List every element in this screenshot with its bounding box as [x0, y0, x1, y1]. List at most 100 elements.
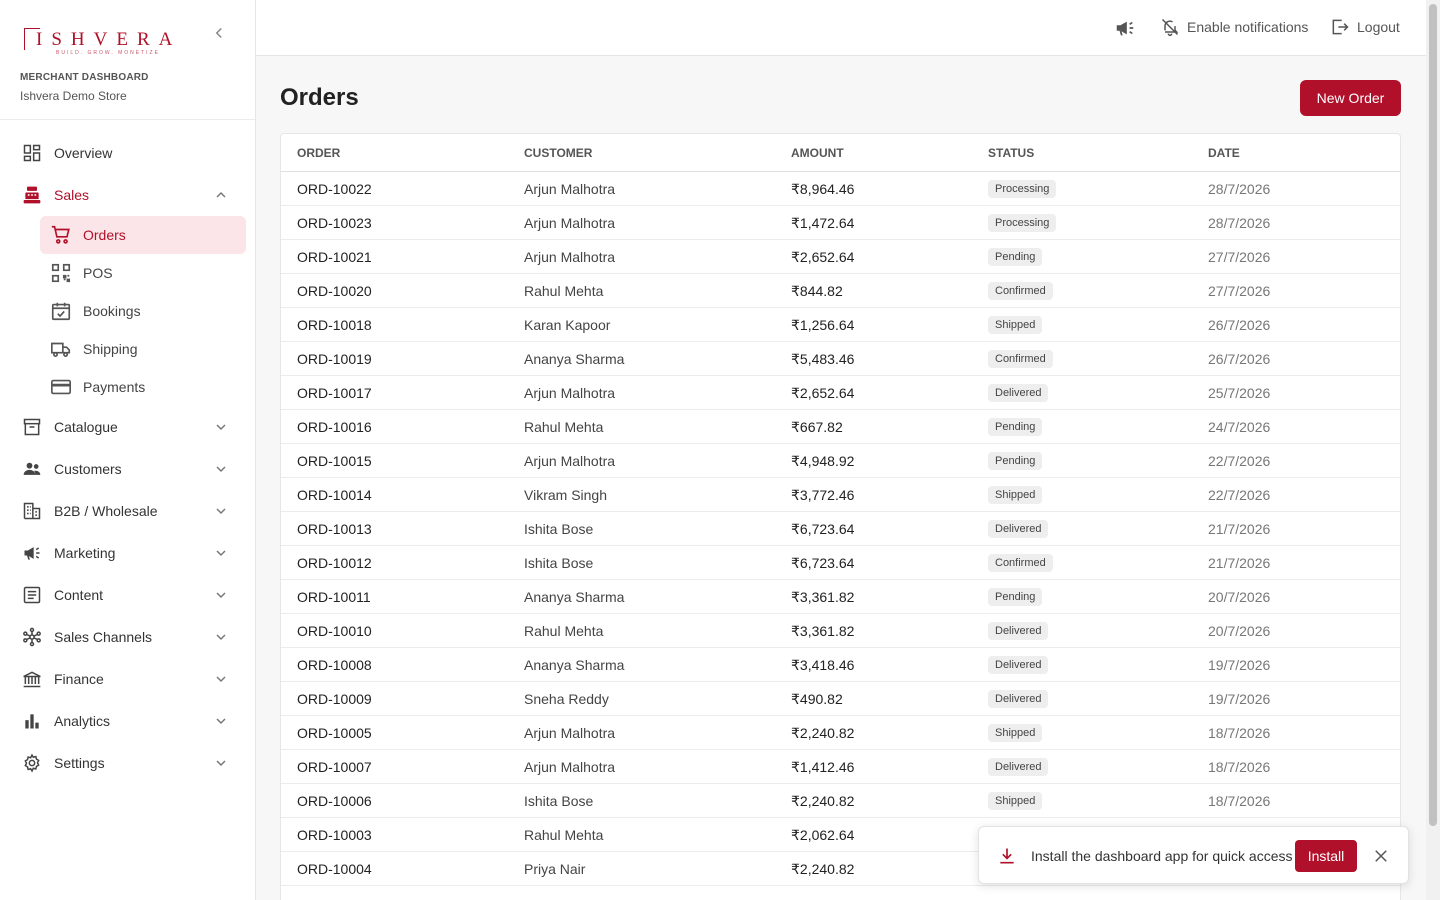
table-row[interactable]: ORD-10023 Arjun Malhotra ₹1,472.64 Processi…: [281, 206, 1400, 240]
credit-card-icon: [50, 376, 72, 398]
order-id: ORD-10004: [297, 861, 372, 877]
sidebar-subitem-orders[interactable]: Orders: [40, 216, 246, 254]
new-order-button[interactable]: New Order: [1300, 80, 1401, 116]
logout-icon: [1332, 19, 1349, 35]
table-row[interactable]: ORD-10010 Rahul Mehta ₹3,361.82 Delivered 20…: [281, 614, 1400, 648]
logout-button[interactable]: Logout: [1330, 17, 1400, 37]
page-title: Orders: [280, 84, 359, 111]
close-icon[interactable]: [1372, 847, 1390, 865]
store-name: Ishvera Demo Store: [20, 89, 127, 103]
sidebar-subitem-bookings[interactable]: Bookings: [40, 292, 246, 330]
table-row[interactable]: ORD-10017 Arjun Malhotra ₹2,652.64 Delivere…: [281, 376, 1400, 410]
order-amount: ₹1,412.46: [791, 759, 855, 775]
megaphone-icon: [1116, 21, 1134, 36]
chevron-up-icon[interactable]: [213, 187, 229, 203]
chevron-down-icon[interactable]: [213, 587, 229, 603]
order-id: ORD-10012: [297, 555, 372, 571]
table-row[interactable]: ORD-10007 Arjun Malhotra ₹1,412.46 Delivere…: [281, 750, 1400, 784]
announcements-button[interactable]: [1114, 17, 1143, 39]
table-row[interactable]: ORD-10015 Arjun Malhotra ₹4,948.92 Pending 2…: [281, 444, 1400, 478]
enable-notifications-button[interactable]: Enable notifications: [1160, 17, 1308, 37]
order-id: ORD-10006: [297, 793, 372, 809]
chevron-down-icon[interactable]: [213, 545, 229, 561]
column-header-date[interactable]: DATE: [1208, 146, 1240, 160]
status-badge: Shipped: [988, 724, 1043, 742]
order-amount: ₹4,948.92: [791, 453, 855, 469]
chevron-down-icon[interactable]: [213, 671, 229, 687]
scrollbar-thumb[interactable]: [1429, 4, 1437, 826]
brand-logo[interactable]: ISHVERA BUILD. GROW. MONETIZE: [20, 26, 172, 56]
dashboard-icon: [22, 143, 42, 163]
table-row[interactable]: ORD-10005 Arjun Malhotra ₹2,240.82 Shipped 1…: [281, 716, 1400, 750]
customer-name: Arjun Malhotra: [524, 249, 616, 265]
order-date: 21/7/2026: [1208, 521, 1271, 537]
chevron-down-icon[interactable]: [213, 461, 229, 477]
column-header-amount[interactable]: AMOUNT: [791, 146, 844, 160]
sidebar: ISHVERA BUILD. GROW. MONETIZE MERCHANT D…: [0, 0, 256, 900]
toast-message: Install the dashboard app for quick acce…: [1031, 848, 1293, 864]
sidebar-item-settings[interactable]: Settings: [0, 742, 255, 784]
order-amount: ₹6,723.64: [791, 555, 855, 571]
order-id: ORD-10005: [297, 725, 372, 741]
table-row[interactable]: ORD-10016 Rahul Mehta ₹667.82 Pending 24/7/2…: [281, 410, 1400, 444]
customer-name: Rahul Mehta: [524, 623, 604, 639]
chevron-down-icon[interactable]: [213, 503, 229, 519]
collapse-sidebar-icon[interactable]: [210, 24, 228, 42]
table-row[interactable]: ORD-10021 Arjun Malhotra ₹2,652.64 Pending 2…: [281, 240, 1400, 274]
column-header-order[interactable]: ORDER: [297, 146, 340, 160]
table-row[interactable]: ORD-10006 Ishita Bose ₹2,240.82 Shipped 18/7…: [281, 784, 1400, 818]
sidebar-item-b2b-wholesale[interactable]: B2B / Wholesale: [0, 490, 255, 532]
column-header-customer[interactable]: CUSTOMER: [524, 146, 592, 160]
sidebar-item-label: Content: [54, 587, 104, 603]
customer-name: Rahul Mehta: [524, 419, 604, 435]
table-row[interactable]: ORD-10020 Rahul Mehta ₹844.82 Confirmed 27/7…: [281, 274, 1400, 308]
order-id: ORD-10009: [297, 691, 372, 707]
sidebar-item-sales[interactable]: Sales: [0, 174, 255, 216]
table-row[interactable]: ORD-10013 Ishita Bose ₹6,723.64 Delivered 21…: [281, 512, 1400, 546]
chevron-down-icon[interactable]: [213, 755, 229, 771]
sidebar-subitem-label: POS: [83, 265, 113, 281]
order-date: 26/7/2026: [1208, 317, 1271, 333]
column-header-status[interactable]: STATUS: [988, 146, 1034, 160]
chevron-down-icon[interactable]: [213, 629, 229, 645]
order-id: ORD-10023: [297, 215, 372, 231]
order-amount: ₹1,472.64: [791, 215, 855, 231]
sidebar-subitem-pos[interactable]: POS: [40, 254, 246, 292]
table-row[interactable]: ORD-10022 Arjun Malhotra ₹8,964.46 Processi…: [281, 172, 1400, 206]
order-amount: ₹3,772.46: [791, 487, 855, 503]
table-row[interactable]: ORD-10012 Ishita Bose ₹6,723.64 Confirmed 21…: [281, 546, 1400, 580]
customer-name: Ananya Sharma: [524, 589, 625, 605]
sidebar-subitem-label: Shipping: [83, 341, 138, 357]
table-row[interactable]: ORD-10018 Karan Kapoor ₹1,256.64 Shipped 26/…: [281, 308, 1400, 342]
sidebar-item-customers[interactable]: Customers: [0, 448, 255, 490]
table-row[interactable]: ORD-10009 Sneha Reddy ₹490.82 Delivered 19/7…: [281, 682, 1400, 716]
megaphone-icon: [22, 543, 42, 563]
sidebar-item-sales-channels[interactable]: Sales Channels: [0, 616, 255, 658]
sidebar-item-finance[interactable]: Finance: [0, 658, 255, 700]
sidebar-subitem-payments[interactable]: Payments: [40, 368, 246, 406]
table-row[interactable]: ORD-10008 Ananya Sharma ₹3,418.46 Delivered…: [281, 648, 1400, 682]
sidebar-item-catalogue[interactable]: Catalogue: [0, 406, 255, 448]
sidebar-subitem-shipping[interactable]: Shipping: [40, 330, 246, 368]
sidebar-item-overview[interactable]: Overview: [0, 132, 255, 174]
chevron-down-icon[interactable]: [213, 419, 229, 435]
table-row[interactable]: ORD-10019 Ananya Sharma ₹5,483.46 Confirmed…: [281, 342, 1400, 376]
orders-table: ORDER CUSTOMER AMOUNT STATUS DATE ORD-10…: [280, 133, 1401, 900]
chevron-down-icon[interactable]: [213, 713, 229, 729]
table-row[interactable]: ORD-10011 Ananya Sharma ₹3,361.82 Pending 20…: [281, 580, 1400, 614]
sidebar-item-content[interactable]: Content: [0, 574, 255, 616]
order-date: 18/7/2026: [1208, 759, 1271, 775]
customer-name: Arjun Malhotra: [524, 453, 616, 469]
sidebar-item-analytics[interactable]: Analytics: [0, 700, 255, 742]
sidebar-item-marketing[interactable]: Marketing: [0, 532, 255, 574]
install-button[interactable]: Install: [1295, 840, 1357, 872]
status-badge: Confirmed: [988, 350, 1053, 368]
customer-name: Ishita Bose: [524, 793, 594, 809]
order-id: ORD-10016: [297, 419, 372, 435]
order-id: ORD-10010: [297, 623, 372, 639]
qr-icon: [50, 262, 72, 284]
archive-icon: [22, 417, 42, 437]
order-id: ORD-10003: [297, 827, 372, 843]
top-bar: Enable notifications Logout: [256, 0, 1426, 56]
table-row[interactable]: ORD-10014 Vikram Singh ₹3,772.46 Shipped 22/…: [281, 478, 1400, 512]
